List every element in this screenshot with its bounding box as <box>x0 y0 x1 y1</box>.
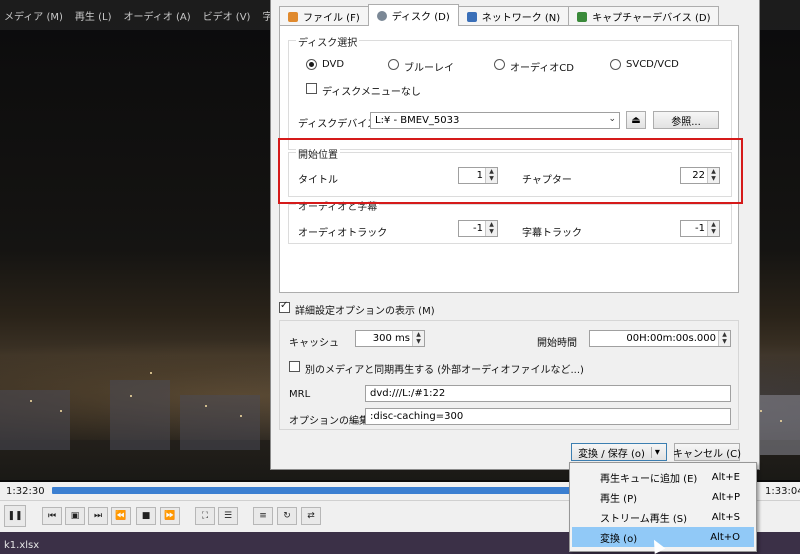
menu-item-play[interactable]: 再生 (P) Alt+P <box>572 487 754 507</box>
tab-bar: ファイル (F) ディスク (D) ネットワーク (N) キャプチャーデバイス … <box>279 4 720 26</box>
sync-play-label: 別のメディアと同期再生する (外部オーディオファイルなど...) <box>305 365 584 376</box>
pause-button[interactable]: ❚❚ <box>4 505 26 527</box>
city-light <box>60 410 62 412</box>
menu-item-stream[interactable]: ストリーム再生 (S) Alt+S <box>572 507 754 527</box>
sync-play-checkbox[interactable] <box>289 361 300 372</box>
playlist-button[interactable]: ≡ <box>253 507 273 525</box>
radio-audiocd-label: オーディオCD <box>510 63 574 74</box>
disc-icon <box>376 10 387 21</box>
convert-save-button[interactable]: 変換 / 保存 (o) ▾ <box>571 443 667 461</box>
spin-arrows-icon[interactable]: ▲ ▼ <box>707 221 719 236</box>
cache-label: キャッシュ <box>289 338 339 349</box>
eject-button[interactable]: ⏏ <box>626 111 646 129</box>
no-disc-menu-checkbox[interactable] <box>306 83 317 94</box>
frame-icon: ▣ <box>70 511 80 521</box>
disc-selection-title: ディスク選択 <box>296 34 360 49</box>
pause-icon: ❚❚ <box>7 511 23 521</box>
loop-button[interactable]: ↻ <box>277 507 297 525</box>
extended-settings-button[interactable]: ☰ <box>218 507 238 525</box>
previous-button[interactable]: ⏮ <box>42 507 62 525</box>
radio-dvd-label: DVD <box>322 59 345 70</box>
radio-bluray-label: ブルーレイ <box>404 63 454 74</box>
start-time-field[interactable]: 00H:00m:00s.000 ▲ ▼ <box>589 330 731 347</box>
rewind-icon: ⏪ <box>115 511 127 521</box>
menu-audio[interactable]: オーディオ (A) <box>123 8 190 23</box>
spin-arrows-icon[interactable]: ▲ ▼ <box>412 331 424 346</box>
audio-track-spinbox[interactable]: -1 ▲ ▼ <box>458 220 498 237</box>
equalizer-icon: ☰ <box>223 511 233 521</box>
city-light <box>150 372 152 374</box>
building <box>110 380 170 450</box>
tab-disc[interactable]: ディスク (D) <box>367 4 459 26</box>
seek-slider[interactable] <box>52 487 572 494</box>
spin-arrows-icon[interactable]: ▲ ▼ <box>718 331 730 346</box>
city-light <box>205 405 207 407</box>
city-light <box>780 420 782 422</box>
city-light <box>130 395 132 397</box>
loop-icon: ↻ <box>283 511 291 521</box>
mrl-label: MRL <box>289 389 311 400</box>
disc-device-select[interactable]: L:¥ - BMEV_5033 ⌄ <box>370 112 620 129</box>
chevron-down-icon: ⌄ <box>608 114 616 124</box>
subtitle-track-label: 字幕トラック <box>522 228 582 239</box>
radio-audiocd[interactable] <box>494 59 505 70</box>
building <box>0 390 70 450</box>
disc-device-label: ディスクデバイス <box>298 119 377 130</box>
radio-svcd-label: SVCD/VCD <box>626 59 679 70</box>
capture-icon <box>577 11 588 22</box>
menu-item-enqueue[interactable]: 再生キューに追加 (E) Alt+E <box>572 467 754 487</box>
tab-file[interactable]: ファイル (F) <box>279 6 369 26</box>
stop-icon: ■ <box>141 511 151 521</box>
next-button[interactable]: ⏭ <box>88 507 108 525</box>
show-options-checkbox[interactable] <box>279 300 290 313</box>
cache-spinbox[interactable]: 300 ms ▲ ▼ <box>355 330 425 347</box>
audio-track-label: オーディオトラック <box>298 228 388 239</box>
file-icon <box>288 11 298 22</box>
building <box>180 395 260 450</box>
cancel-button[interactable]: キャンセル (C) <box>673 443 741 461</box>
shuffle-button[interactable]: ⇄ <box>301 507 321 525</box>
start-position-highlight <box>278 138 743 204</box>
edit-options-label: オプションの編集 <box>289 416 369 427</box>
edit-options-field[interactable]: :disc-caching=300 <box>365 408 731 425</box>
no-disc-menu-label: ディスクメニューなし <box>322 87 421 98</box>
dropdown-arrow-icon[interactable]: ▾ <box>650 446 660 458</box>
start-time-label: 開始時間 <box>537 338 577 349</box>
radio-dvd[interactable] <box>306 59 317 70</box>
browse-button[interactable]: 参照... <box>653 111 719 129</box>
spin-arrows-icon[interactable]: ▲ ▼ <box>485 221 497 236</box>
menu-playback[interactable]: 再生 (L) <box>75 8 112 23</box>
convert-dropdown-menu: 再生キューに追加 (E) Alt+E 再生 (P) Alt+P ストリーム再生 (S… <box>569 462 757 552</box>
fullscreen-icon: ⛶ <box>201 511 209 521</box>
tab-capture[interactable]: キャプチャーデバイス (D) <box>568 6 720 26</box>
stop-button[interactable]: ■ <box>136 507 156 525</box>
menu-media[interactable]: メディア (M) <box>4 8 63 23</box>
network-icon <box>466 11 477 22</box>
slower-button[interactable]: ⏪ <box>111 507 131 525</box>
open-media-dialog: ファイル (F) ディスク (D) ネットワーク (N) キャプチャーデバイス … <box>270 0 760 470</box>
status-filename: k1.xlsx <box>4 540 40 551</box>
stop-frame-button[interactable]: ▣ <box>65 507 85 525</box>
mrl-field[interactable]: dvd:///L:/#1:22 <box>365 385 731 402</box>
subtitle-track-spinbox[interactable]: -1 ▲ ▼ <box>680 220 720 237</box>
eject-icon: ⏏ <box>631 114 641 126</box>
tab-network[interactable]: ネットワーク (N) <box>457 6 570 26</box>
shuffle-icon: ⇄ <box>307 511 315 521</box>
city-light <box>240 415 242 417</box>
radio-bluray[interactable] <box>388 59 399 70</box>
skip-next-icon: ⏭ <box>93 511 103 521</box>
total-time: 1:33:04 <box>765 486 800 497</box>
faster-button[interactable]: ⏩ <box>160 507 180 525</box>
city-light <box>30 400 32 402</box>
menu-video[interactable]: ビデオ (V) <box>203 8 251 23</box>
city-light <box>760 410 762 412</box>
radio-svcd[interactable] <box>610 59 621 70</box>
skip-previous-icon: ⏮ <box>47 511 57 521</box>
show-options-label: 詳細設定オプションの表示 (M) <box>295 306 435 317</box>
playlist-icon: ≡ <box>259 511 267 521</box>
fast-forward-icon: ⏩ <box>164 511 176 521</box>
fullscreen-button[interactable]: ⛶ <box>195 507 215 525</box>
elapsed-time: 1:32:30 <box>6 486 45 497</box>
